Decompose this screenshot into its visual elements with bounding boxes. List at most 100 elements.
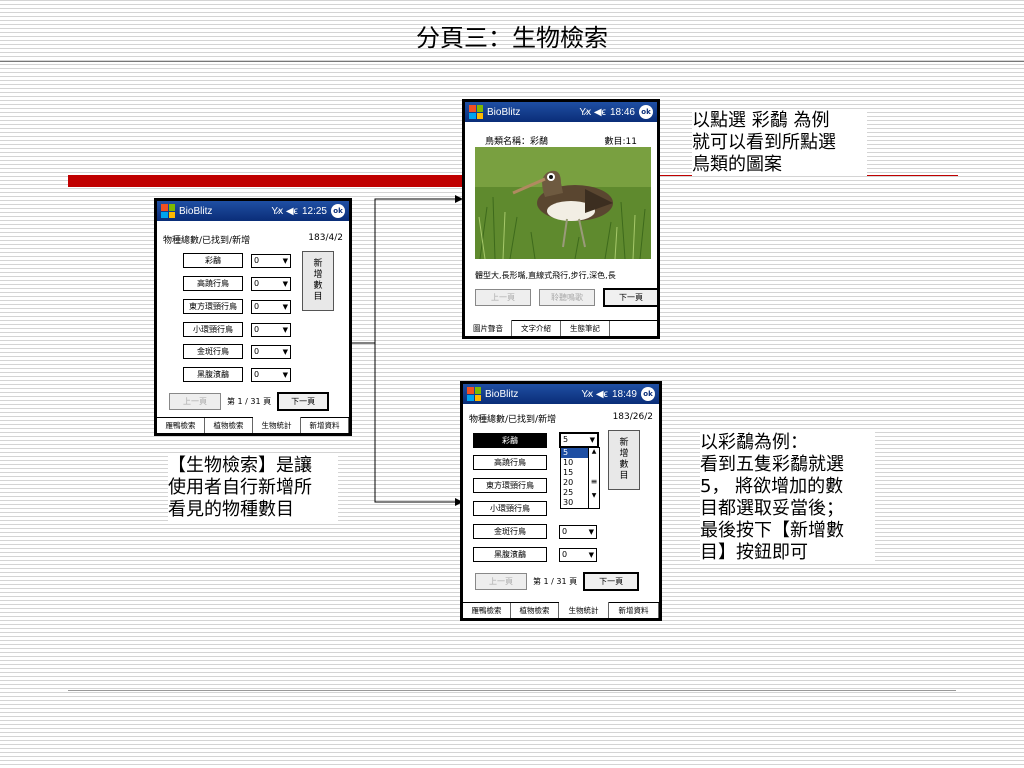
- status-icons: Y̷x ◀ϵ: [579, 106, 606, 118]
- next-page-button[interactable]: 下一頁: [277, 392, 330, 411]
- dropdown-option[interactable]: 30: [561, 498, 589, 508]
- species-label[interactable]: 東方環頸行鳥: [183, 299, 243, 314]
- species-header-value: 183/26/2: [612, 412, 653, 422]
- species-label[interactable]: 高蹺行鳥: [473, 455, 547, 470]
- tab-duck-search[interactable]: 雁鴨檢索: [463, 603, 512, 618]
- note-left: 【生物檢索】是讓 使用者自行新增所 看見的物種數目: [168, 455, 338, 521]
- dropdown-option[interactable]: 5: [561, 448, 589, 458]
- title-bar: BioBlitz Y̷x ◀ϵ 12:25 ok: [157, 201, 349, 221]
- bird-description: 體型大,長形嘴,直線式飛行,步行,深色,長: [475, 271, 616, 280]
- screen-bird-detail: BioBlitz Y̷x ◀ϵ 18:46 ok 鳥類名稱：彩鷸 數目:11 體…: [462, 99, 660, 339]
- bird-photo: [475, 147, 651, 259]
- footer-divider: [68, 690, 956, 691]
- dropdown-arrow-icon: ▼: [282, 370, 288, 379]
- add-count-button[interactable]: 新 增 數 目: [302, 251, 334, 311]
- bird-count-label: 數目:11: [604, 137, 638, 147]
- status-icons: Y̷x ◀ϵ: [271, 205, 298, 217]
- windows-start-icon[interactable]: [161, 204, 175, 218]
- species-header-label: 物種總數/已找到/新增: [469, 415, 557, 425]
- species-label[interactable]: 東方環頸行鳥: [473, 478, 547, 493]
- tab-bio-stats[interactable]: 生物統計: [253, 417, 301, 433]
- species-header-value: 183/4/2: [308, 233, 343, 243]
- clock: 18:49: [611, 388, 637, 400]
- species-row: 黑腹濱鷸 0 ▼: [183, 367, 291, 382]
- tab-add-data[interactable]: 新增資料: [301, 418, 349, 433]
- dropdown-arrow-icon: ▼: [282, 325, 288, 334]
- page-info: 第 1 / 31 頁: [227, 397, 272, 406]
- windows-start-icon[interactable]: [467, 387, 481, 401]
- prev-page-button[interactable]: 上一頁: [475, 289, 531, 306]
- app-name: BioBlitz: [487, 106, 521, 118]
- species-label[interactable]: 金斑行鳥: [183, 344, 243, 359]
- screen-species-select: BioBlitz Y̷x ◀ϵ 18:49 ok 物種總數/已找到/新增 183…: [460, 381, 662, 621]
- prev-page-button[interactable]: 上一頁: [169, 393, 221, 410]
- dropdown-arrow-icon: ▼: [588, 550, 594, 559]
- count-select[interactable]: 0 ▼: [559, 547, 597, 562]
- dropdown-option[interactable]: 15: [561, 468, 589, 478]
- species-row: 東方環頸行鳥: [473, 478, 547, 493]
- count-select[interactable]: 0 ▼: [559, 524, 597, 539]
- count-select-open[interactable]: 5 ▼: [559, 432, 599, 448]
- count-dropdown-list: 5 10 15 20 25 30: [560, 447, 590, 509]
- dropdown-arrow-icon: ▼: [282, 279, 288, 288]
- title-bar: BioBlitz Y̷x ◀ϵ 18:46 ok: [465, 102, 657, 122]
- species-row: 金斑行鳥 0 ▼: [183, 344, 291, 359]
- species-row: 小環頸行鳥 0 ▼: [183, 322, 291, 337]
- bird-name-label: 鳥類名稱：彩鷸: [485, 137, 549, 147]
- count-select[interactable]: 0 ▼: [251, 344, 291, 359]
- dropdown-option[interactable]: 25: [561, 488, 589, 498]
- count-select[interactable]: 0 ▼: [251, 322, 291, 337]
- next-page-button[interactable]: 下一頁: [583, 572, 640, 591]
- clock: 12:25: [301, 205, 327, 217]
- count-select[interactable]: 0 ▼: [251, 367, 291, 382]
- title-bar: BioBlitz Y̷x ◀ϵ 18:49 ok: [463, 384, 659, 404]
- species-label[interactable]: 彩鷸: [183, 253, 243, 268]
- species-row: 金斑行鳥 0 ▼: [473, 524, 597, 539]
- dropdown-arrow-icon: ▼: [282, 256, 288, 265]
- species-label[interactable]: 小環頸行鳥: [183, 322, 243, 337]
- tab-add-data[interactable]: 新增資料: [609, 603, 659, 618]
- tab-plant-search[interactable]: 植物檢索: [205, 418, 253, 433]
- count-select[interactable]: 0 ▼: [251, 299, 291, 314]
- species-header-label: 物種總數/已找到/新增: [163, 236, 251, 246]
- dropdown-option[interactable]: 20: [561, 478, 589, 488]
- tab-plant-search[interactable]: 植物檢索: [511, 603, 560, 618]
- tab-eco-notes[interactable]: 生態筆記: [561, 321, 610, 336]
- scroll-down-icon[interactable]: ▼: [589, 492, 599, 499]
- species-label[interactable]: 金斑行鳥: [473, 524, 547, 539]
- scroll-thumb-icon[interactable]: ≡: [589, 477, 599, 486]
- species-label[interactable]: 黑腹濱鷸: [183, 367, 243, 382]
- windows-start-icon[interactable]: [469, 105, 483, 119]
- note-top-right: 以點選 彩鷸 為例 就可以看到所點選 鳥類的圖案: [692, 110, 867, 176]
- tab-picture-sound[interactable]: 圖片聲音: [465, 320, 512, 336]
- next-page-button[interactable]: 下一頁: [603, 288, 657, 307]
- species-label[interactable]: 黑腹濱鷸: [473, 547, 547, 562]
- species-label[interactable]: 小環頸行鳥: [473, 501, 547, 516]
- tab-text-intro[interactable]: 文字介紹: [512, 321, 561, 336]
- listen-song-button[interactable]: 聆聽鳴歌: [539, 289, 595, 306]
- prev-page-button[interactable]: 上一頁: [475, 573, 527, 590]
- ok-button[interactable]: ok: [641, 387, 655, 401]
- screen-species-count: BioBlitz Y̷x ◀ϵ 12:25 ok 物種總數/已找到/新增 183…: [154, 198, 352, 436]
- dropdown-option[interactable]: 10: [561, 458, 589, 468]
- ok-button[interactable]: ok: [331, 204, 345, 218]
- species-row: 黑腹濱鷸 0 ▼: [473, 547, 597, 562]
- add-count-button[interactable]: 新 增 數 目: [608, 430, 640, 490]
- app-name: BioBlitz: [179, 205, 213, 217]
- clock: 18:46: [609, 106, 635, 118]
- scroll-up-icon[interactable]: ▲: [589, 448, 599, 455]
- count-select[interactable]: 0 ▼: [251, 276, 291, 291]
- app-name: BioBlitz: [485, 388, 519, 400]
- tab-bio-stats[interactable]: 生物統計: [559, 602, 610, 618]
- ok-button[interactable]: ok: [639, 105, 653, 119]
- species-row: 東方環頸行鳥 0 ▼: [183, 299, 291, 314]
- dropdown-arrow-icon: ▼: [282, 302, 288, 311]
- count-select[interactable]: 0 ▼: [251, 253, 291, 268]
- tab-duck-search[interactable]: 雁鴨檢索: [157, 418, 205, 433]
- species-row: 高蹺行鳥 0 ▼: [183, 276, 291, 291]
- dropdown-scrollbar[interactable]: ▲ ≡ ▼: [588, 447, 600, 509]
- species-label-selected[interactable]: 彩鷸: [473, 432, 547, 448]
- page-info: 第 1 / 31 頁: [533, 577, 578, 586]
- species-label[interactable]: 高蹺行鳥: [183, 276, 243, 291]
- status-icons: Y̷x ◀ϵ: [581, 388, 608, 400]
